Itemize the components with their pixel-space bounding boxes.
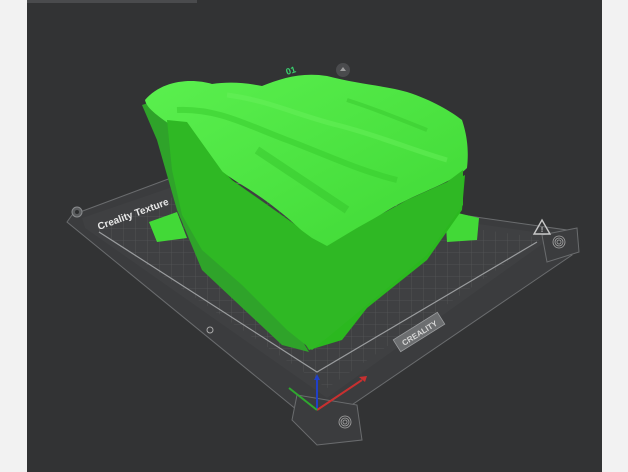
settings-pin-icon[interactable] [71, 206, 83, 218]
plate-number[interactable]: 01 [285, 64, 298, 77]
3d-viewport[interactable]: Creality Texture CREALITY ! 01 [27, 0, 602, 472]
toolbar-strip [27, 0, 197, 3]
scene[interactable]: Creality Texture CREALITY ! 01 [27, 0, 602, 472]
plate-lock-icon[interactable] [336, 63, 350, 77]
svg-text:!: ! [541, 227, 543, 234]
